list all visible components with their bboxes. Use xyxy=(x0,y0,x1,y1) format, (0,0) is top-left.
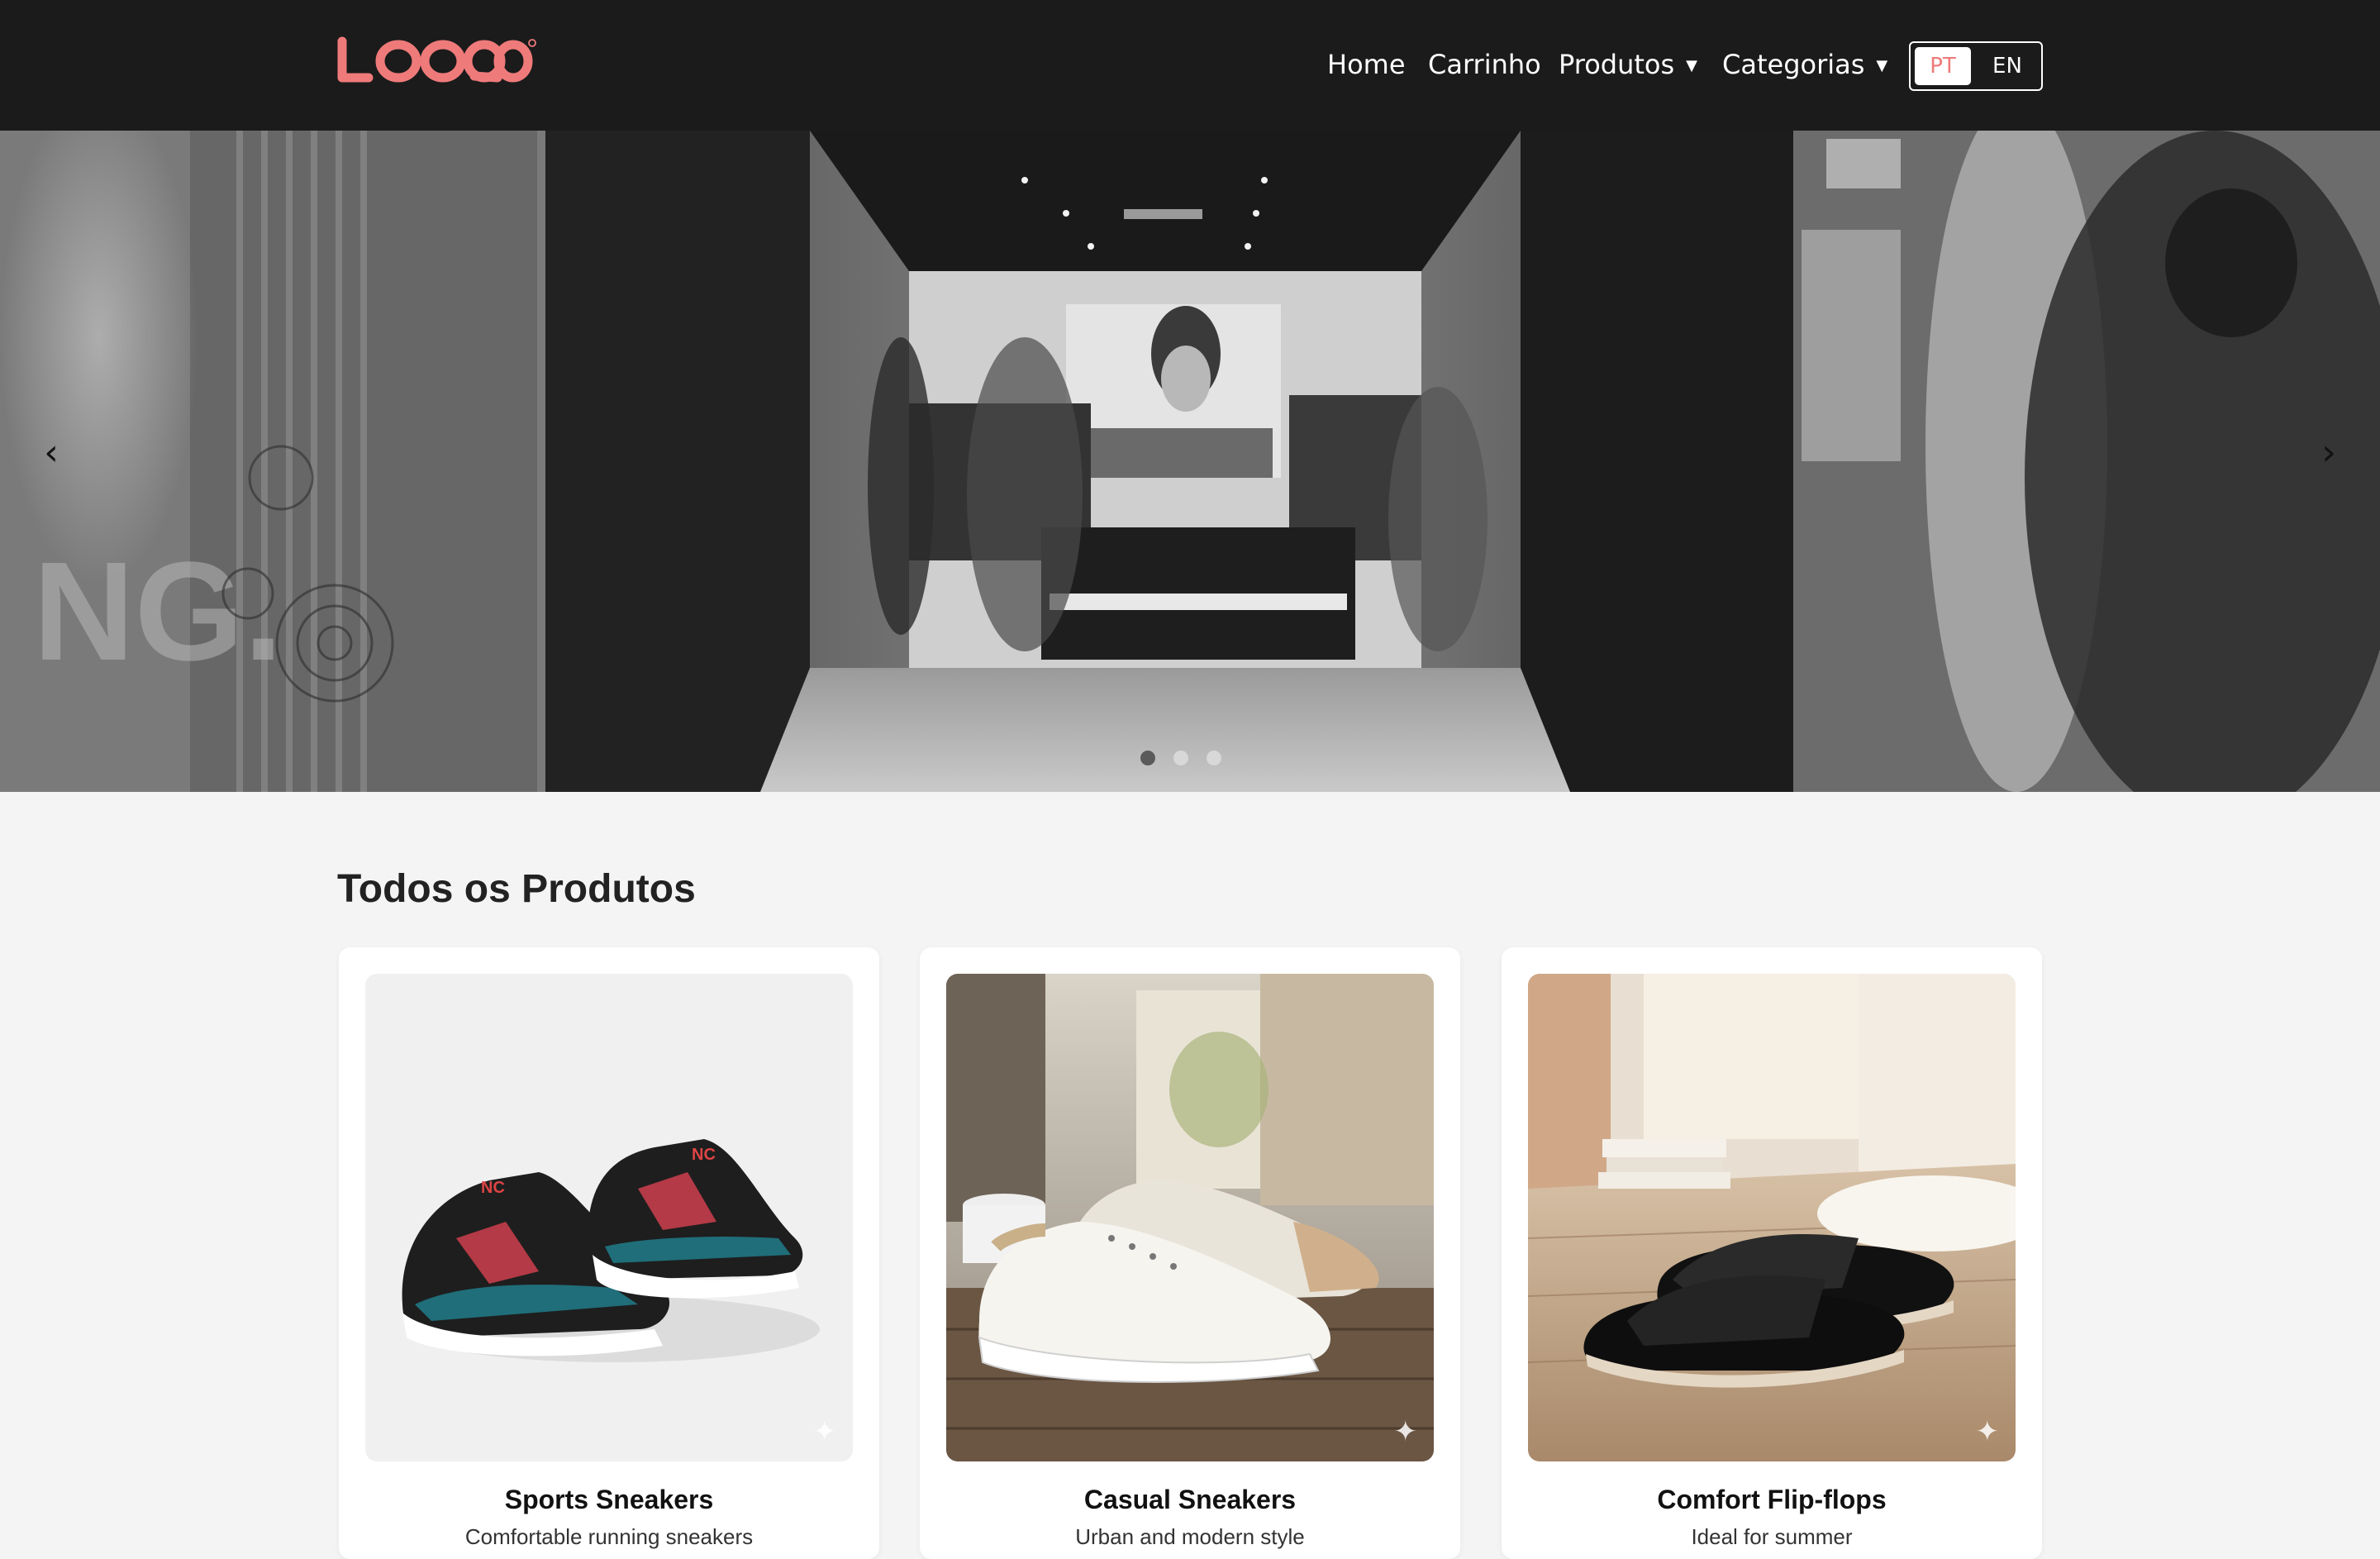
product-card[interactable]: ✦ Comfort Flip-flops Ideal for summer xyxy=(1502,947,2042,1559)
top-navbar: Home Carrinho Produtos ▼ Categorias ▼ PT E… xyxy=(0,0,2380,131)
products-section-title: Todos os Produtos xyxy=(337,867,696,911)
carousel-dot-1[interactable] xyxy=(1140,751,1155,765)
sports-sneakers-image: NC NC xyxy=(365,974,853,1461)
nav-products-dropdown[interactable]: Produtos ▼ xyxy=(1559,43,1697,86)
svg-text:NC: NC xyxy=(481,1179,505,1197)
nav-categories-dropdown[interactable]: Categorias ▼ xyxy=(1722,43,1887,86)
nav-home[interactable]: Home xyxy=(1327,43,1406,86)
sparkle-icon: ✦ xyxy=(812,1415,837,1448)
sparkle-icon: ✦ xyxy=(1393,1415,1418,1448)
carousel-prev-button[interactable]: ‹ xyxy=(26,428,76,478)
comfort-flip-flops-image xyxy=(1528,974,2016,1461)
carousel-next-button[interactable]: › xyxy=(2304,428,2354,478)
product-image[interactable]: ✦ xyxy=(1528,974,2016,1461)
lang-pt-button[interactable]: PT xyxy=(1915,47,1971,85)
caret-down-icon: ▼ xyxy=(1686,57,1697,74)
caret-down-icon: ▼ xyxy=(1876,57,1888,74)
nav-cart[interactable]: Carrinho xyxy=(1428,43,1541,86)
sparkle-icon: ✦ xyxy=(1975,1415,2000,1448)
product-card[interactable]: ✦ Casual Sneakers Urban and modern style xyxy=(920,947,1460,1559)
product-image[interactable]: NC NC ✦ xyxy=(365,974,853,1461)
product-image[interactable]: ✦ xyxy=(946,974,1434,1461)
casual-sneakers-image xyxy=(946,974,1434,1461)
product-description: Ideal for summer xyxy=(1691,1524,1853,1549)
carousel-indicators xyxy=(1140,751,1221,765)
product-description: Comfortable running sneakers xyxy=(464,1524,754,1549)
hero-carousel: NG. ‹ › xyxy=(0,131,2380,792)
hero-store-image: NG. xyxy=(0,131,2380,792)
product-name[interactable]: Comfort Flip-flops xyxy=(1502,1485,2042,1515)
lang-en-button[interactable]: EN xyxy=(1979,47,2035,85)
nav-products-label: Produtos xyxy=(1559,49,1675,80)
svg-text:NC: NC xyxy=(692,1146,716,1164)
product-name[interactable]: Casual Sneakers xyxy=(920,1485,1460,1515)
nav-categories-label: Categorias xyxy=(1722,49,1865,80)
product-description: Urban and modern style xyxy=(1075,1524,1305,1549)
svg-text:NG.: NG. xyxy=(33,533,283,690)
language-switcher: PT EN xyxy=(1909,41,2043,91)
product-name[interactable]: Sports Sneakers xyxy=(339,1485,879,1515)
product-card[interactable]: NC NC ✦ Sports Sneakers Comfortable runn… xyxy=(339,947,879,1559)
carousel-dot-3[interactable] xyxy=(1207,751,1221,765)
carousel-dot-2[interactable] xyxy=(1173,751,1188,765)
